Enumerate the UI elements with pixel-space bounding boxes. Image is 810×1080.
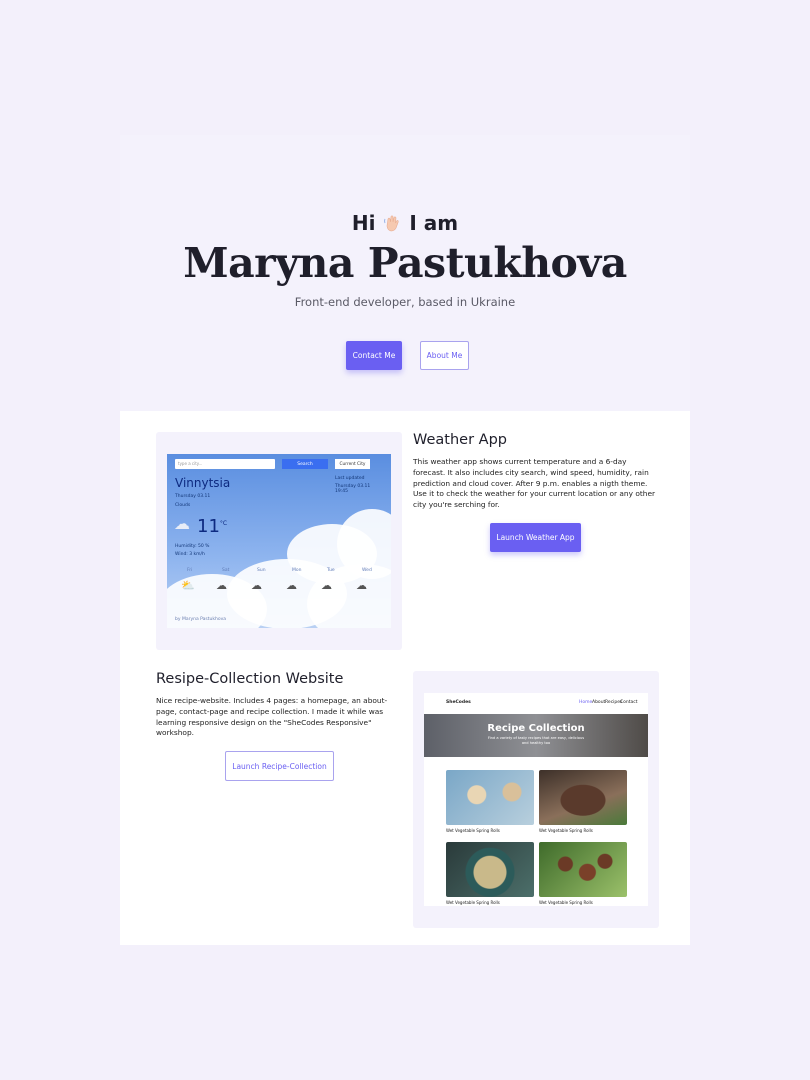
weather-city: Vinnytsia: [175, 476, 231, 490]
sun-cloud-icon: ⛅: [181, 579, 195, 592]
weather-updated-time: Thursday 03.11 19:45: [335, 484, 371, 494]
recipe-caption: Wet Vegetable Spring Rolls: [446, 828, 500, 833]
cloud-icon: ☁: [356, 579, 367, 592]
recipe-nav-item: About: [592, 700, 606, 705]
recipe-image: [539, 770, 627, 825]
recipe-site-screenshot[interactable]: SheCodes Home About Recipes Contact Reci…: [424, 693, 648, 906]
project-title-recipe: Resipe-Collection Website: [156, 671, 344, 687]
launch-weather-app-button[interactable]: Launch Weather App: [490, 523, 581, 552]
about-me-button[interactable]: About Me: [420, 341, 469, 370]
recipe-caption: Wet Vegetable Spring Rolls: [539, 828, 593, 833]
weather-app-screenshot[interactable]: type a city... Search Current City Vinny…: [167, 454, 391, 628]
recipe-nav-item: Home: [579, 700, 593, 705]
hero-name: Maryna Pastukhova: [183, 239, 627, 287]
forecast-day: Sun: [257, 568, 266, 573]
contact-me-button[interactable]: Contact Me: [346, 341, 402, 370]
greeting: Hi I am: [120, 211, 690, 235]
forecast-day: Mon: [292, 568, 302, 573]
weather-temp-unit: °C: [219, 520, 228, 527]
weather-temp-value: 11: [197, 516, 220, 537]
weather-updated: Last updated: [335, 476, 365, 481]
recipe-banner-title: Recipe Collection: [487, 723, 585, 734]
weather-footer: by Maryna Pastukhova: [175, 617, 227, 622]
portfolio-card: Hi I am Maryna Pastukhova Front-end deve…: [120, 135, 690, 945]
weather-wind: Wind: 3 km/h: [175, 552, 205, 557]
cloud-icon: ☁: [251, 579, 262, 592]
recipe-navbar: SheCodes Home About Recipes Contact: [424, 693, 648, 713]
recipe-image: [539, 842, 627, 897]
weather-search-button: Search: [282, 459, 328, 469]
greeting-i-am: I am: [409, 211, 459, 235]
weather-temperature: 11°C: [197, 516, 227, 537]
hero-role: Front-end developer, based in Ukraine: [294, 295, 516, 309]
cloud-icon: ☁: [174, 514, 190, 533]
weather-current-button: Current City: [335, 459, 370, 469]
forecast-day: Sat: [222, 568, 230, 573]
waving-hand-icon: [382, 213, 402, 233]
recipe-caption: Wet Vegetable Spring Rolls: [446, 900, 500, 905]
recipe-banner-subtitle: Find a variety of tasty recipes that are…: [487, 736, 585, 745]
project-desc-weather: This weather app shows current temperatu…: [413, 457, 656, 510]
recipe-nav-item: Contact: [620, 700, 638, 705]
weather-humidity: Humidity: 50 %: [175, 544, 210, 549]
project-title-weather: Weather App: [413, 432, 507, 448]
weather-date: Thursday 03.11: [175, 494, 211, 499]
cloud-icon: ☁: [216, 579, 227, 592]
forecast-day: Fri: [187, 568, 193, 573]
recipe-image: [446, 842, 534, 897]
forecast-day: Wed: [362, 568, 372, 573]
weather-condition: Clouds: [175, 503, 191, 508]
greeting-hi: Hi: [351, 211, 376, 235]
cloud-icon: ☁: [286, 579, 297, 592]
weather-search-input: type a city...: [175, 459, 275, 469]
recipe-image: [446, 770, 534, 825]
recipe-brand: SheCodes: [446, 700, 471, 705]
launch-recipe-collection-button[interactable]: Launch Recipe-Collection: [225, 751, 334, 781]
hero-section: Hi I am Maryna Pastukhova Front-end deve…: [120, 135, 690, 411]
forecast-day: Tue: [327, 568, 335, 573]
recipe-banner: Recipe Collection Find a variety of tast…: [424, 714, 648, 757]
project-desc-recipe: Nice recipe-website. Includes 4 pages: a…: [156, 696, 388, 738]
cloud-icon: ☁: [321, 579, 332, 592]
recipe-caption: Wet Vegetable Spring Rolls: [539, 900, 593, 905]
